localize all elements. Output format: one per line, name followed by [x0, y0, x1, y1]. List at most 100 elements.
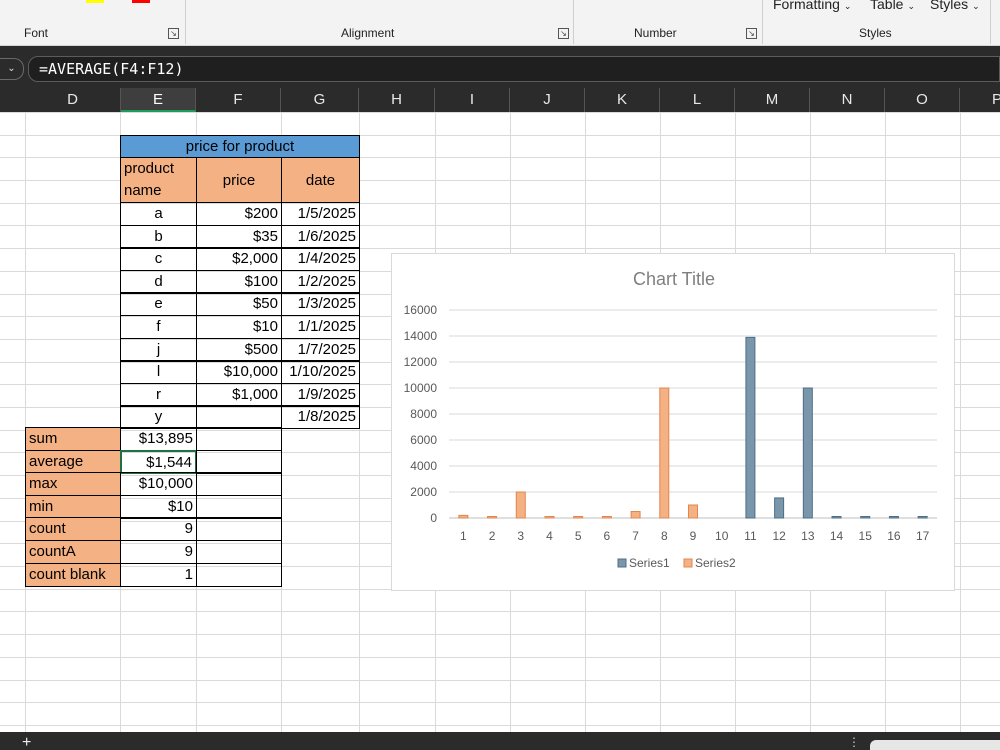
cell-price[interactable]: $100	[196, 270, 282, 294]
add-sheet-icon[interactable]: +	[22, 735, 31, 750]
cell-product-name[interactable]: y	[120, 405, 197, 429]
summary-empty-cell[interactable]	[196, 563, 282, 587]
font-color-swatch[interactable]	[132, 0, 150, 3]
cell-date[interactable]: 1/2/2025	[281, 270, 360, 294]
cell-price[interactable]: $1,000	[196, 383, 282, 407]
summary-empty-cell[interactable]	[196, 472, 282, 496]
summary-empty-cell[interactable]	[196, 450, 282, 474]
column-header[interactable]: L	[660, 88, 735, 112]
conditional-formatting-button[interactable]: Formatting ⌄	[773, 0, 851, 12]
summary-value[interactable]: $10	[120, 495, 197, 519]
header-price[interactable]: price	[196, 157, 282, 203]
summary-label[interactable]: sum	[25, 427, 121, 451]
cell-product-name[interactable]: f	[120, 315, 197, 339]
cell-price[interactable]: $10	[196, 315, 282, 339]
cell-date[interactable]: 1/3/2025	[281, 292, 360, 316]
column-header[interactable]: P	[960, 88, 1000, 112]
summary-label[interactable]: average	[25, 450, 121, 474]
gridline-horizontal	[0, 657, 1000, 658]
summary-empty-cell[interactable]	[196, 427, 282, 451]
x-tick-label: 1	[460, 529, 467, 543]
summary-value[interactable]: $10,000	[120, 472, 197, 496]
cell-price[interactable]: $2,000	[196, 247, 282, 271]
summary-value-selected[interactable]: $1,544	[120, 450, 197, 474]
name-box-dropdown-icon[interactable]: ⌄	[0, 58, 24, 80]
column-header[interactable]: O	[885, 88, 960, 112]
cell-product-name[interactable]: e	[120, 292, 197, 316]
column-header[interactable]: F	[196, 88, 281, 112]
group-separator	[762, 0, 763, 44]
summary-empty-cell[interactable]	[196, 517, 282, 541]
summary-label[interactable]: min	[25, 495, 121, 519]
column-header[interactable]: H	[359, 88, 435, 112]
header-date[interactable]: date	[281, 157, 360, 203]
bar-series1-11	[745, 336, 756, 519]
styles-group-label: Styles	[859, 26, 892, 40]
cell-price[interactable]: $50	[196, 292, 282, 316]
cell-price[interactable]: $200	[196, 202, 282, 226]
summary-label[interactable]: count	[25, 517, 121, 541]
cell-product-name[interactable]: l	[120, 360, 197, 384]
x-tick-label: 8	[661, 529, 668, 543]
cell-date[interactable]: 1/4/2025	[281, 247, 360, 271]
cell-product-name[interactable]: c	[120, 247, 197, 271]
y-tick-label: 10000	[404, 381, 438, 395]
column-header[interactable]: I	[435, 88, 510, 112]
y-tick-label: 0	[430, 511, 437, 525]
bar-series2-2	[487, 516, 498, 519]
horizontal-scrollbar[interactable]	[870, 740, 1000, 750]
cell-product-name[interactable]: r	[120, 383, 197, 407]
x-tick-label: 15	[859, 529, 873, 543]
gridline-horizontal	[0, 725, 1000, 726]
chart[interactable]: Chart Title 0 2000 4000 6000 8000 10000 12000 14…	[391, 253, 955, 591]
column-header[interactable]: J	[510, 88, 585, 112]
table-title[interactable]: price for product	[120, 135, 360, 158]
font-dialog-launcher-icon[interactable]: ↘	[168, 28, 179, 39]
cell-date[interactable]: 1/1/2025	[281, 315, 360, 339]
summary-label[interactable]: countA	[25, 540, 121, 564]
more-options-icon[interactable]: ⋮	[848, 736, 860, 748]
cell-date[interactable]: 1/6/2025	[281, 225, 360, 249]
cell-price[interactable]: $10,000	[196, 360, 282, 384]
summary-value[interactable]: 1	[120, 563, 197, 587]
cell-date[interactable]: 1/10/2025	[281, 360, 360, 384]
cell-price[interactable]	[196, 405, 282, 429]
cell-price[interactable]: $500	[196, 338, 282, 362]
alignment-dialog-launcher-icon[interactable]: ↘	[558, 28, 569, 39]
summary-value[interactable]: 9	[120, 540, 197, 564]
cell-styles-button[interactable]: Styles ⌄	[930, 0, 980, 12]
x-tick-label: 12	[772, 529, 786, 543]
format-as-table-button[interactable]: Table ⌄	[870, 0, 915, 12]
y-tick-label: 4000	[410, 459, 437, 473]
column-header-selected[interactable]: E	[121, 88, 196, 112]
x-tick-label: 10	[715, 529, 729, 543]
column-header[interactable]: N	[810, 88, 885, 112]
cell-product-name[interactable]: j	[120, 338, 197, 362]
cell-price[interactable]: $35	[196, 225, 282, 249]
column-header[interactable]: D	[25, 88, 121, 112]
cell-date[interactable]: 1/5/2025	[281, 202, 360, 226]
font-group-label: Font	[24, 26, 49, 40]
cell-date[interactable]: 1/8/2025	[281, 405, 360, 429]
cell-date[interactable]: 1/7/2025	[281, 338, 360, 362]
column-header[interactable]: M	[735, 88, 810, 112]
summary-value[interactable]: 9	[120, 517, 197, 541]
formula-input[interactable]: =AVERAGE(F4:F12)	[28, 56, 1000, 82]
group-separator	[185, 0, 186, 44]
summary-label[interactable]: max	[25, 472, 121, 496]
column-header[interactable]: G	[281, 88, 359, 112]
summary-empty-cell[interactable]	[196, 495, 282, 519]
cell-product-name[interactable]: b	[120, 225, 197, 249]
cell-date[interactable]: 1/9/2025	[281, 383, 360, 407]
highlight-color-swatch[interactable]	[86, 0, 104, 3]
alignment-group-label: Alignment	[341, 26, 395, 40]
gridline-horizontal	[0, 112, 1000, 113]
cell-product-name[interactable]: a	[120, 202, 197, 226]
summary-value[interactable]: $13,895	[120, 427, 197, 451]
column-header[interactable]: K	[585, 88, 660, 112]
number-dialog-launcher-icon[interactable]: ↘	[746, 28, 757, 39]
cell-product-name[interactable]: d	[120, 270, 197, 294]
summary-label[interactable]: count blank	[25, 563, 121, 587]
summary-empty-cell[interactable]	[196, 540, 282, 564]
header-product-name[interactable]: product name	[120, 157, 197, 203]
